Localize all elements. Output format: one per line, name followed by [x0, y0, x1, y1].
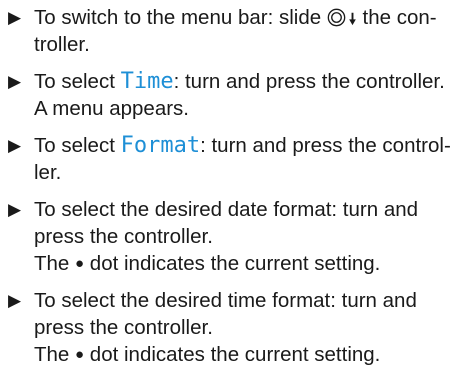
step-text: dot indicates the current setting. [89, 343, 381, 366]
step-text: The [34, 343, 70, 366]
step-line: To select the desired date format: turn … [34, 198, 419, 221]
menu-keyword-time: Time [120, 69, 174, 94]
step-bullet-icon: ▶ [8, 136, 22, 155]
step-text: The [34, 252, 70, 275]
step-text: To select [34, 70, 115, 93]
arrow-down-icon [349, 12, 356, 26]
menu-keyword-format: Format [120, 133, 201, 158]
step-text: To switch to the menu bar: slide [34, 6, 322, 29]
step-line: To switch to the menu bar: slide the con… [34, 4, 457, 31]
step-line: A menu appears. [34, 97, 189, 120]
step-line: The ● dot indicates the current setting. [34, 341, 457, 368]
step-line: To select the desired time format: turn … [34, 289, 417, 312]
dot-icon: ● [75, 255, 85, 272]
step-line: To select Format: turn and press the con… [34, 132, 457, 159]
step-text: the con- [362, 6, 437, 29]
step-bullet-icon: ▶ [8, 72, 22, 91]
step-text: dot indicates the current setting. [89, 252, 381, 275]
step-line: press the controller. [34, 225, 213, 248]
step-bullet-icon: ▶ [8, 200, 22, 219]
step-text: : turn and press the control- [200, 134, 451, 157]
instruction-page: ▶ To switch to the menu bar: slide the c… [0, 0, 463, 366]
step-bullet-icon: ▶ [8, 8, 22, 27]
dot-icon: ● [75, 346, 85, 363]
step-line: To select Time: turn and press the contr… [34, 68, 457, 95]
step-line: ler. [34, 161, 62, 184]
step-line: troller. [34, 33, 90, 56]
step-select-time: ▶ To select Time: turn and press the con… [6, 68, 457, 122]
step-bullet-icon: ▶ [8, 291, 22, 310]
step-text: : turn and press the controller. [173, 70, 445, 93]
step-text: To select [34, 134, 115, 157]
step-select-format: ▶ To select Format: turn and press the c… [6, 132, 457, 186]
controller-icon [327, 8, 346, 27]
step-switch-menu-bar: ▶ To switch to the menu bar: slide the c… [6, 4, 457, 58]
step-select-date-format: ▶ To select the desired date format: tur… [6, 196, 457, 277]
step-line: The ● dot indicates the current setting. [34, 250, 457, 277]
